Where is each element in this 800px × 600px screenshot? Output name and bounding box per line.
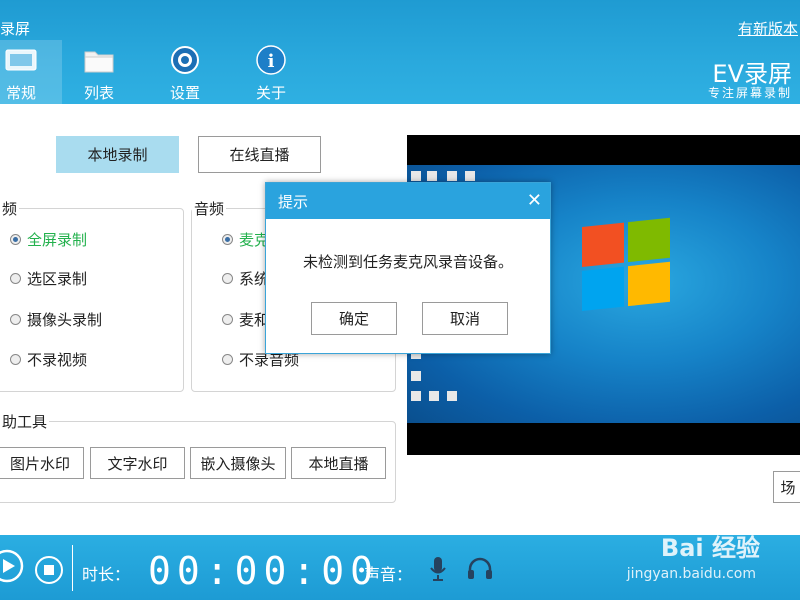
radio-system[interactable]: 系统 [222,268,269,289]
cancel-button[interactable]: 取消 [422,302,508,335]
embed-camera-button[interactable]: 嵌入摄像头 [190,447,286,479]
local-live-button[interactable]: 本地直播 [291,447,386,479]
scene-button[interactable]: 场 [773,471,800,503]
dialog-header: 提示 ✕ [266,183,550,219]
radio-dot [10,273,21,284]
radio-dot [222,314,233,325]
radio-camera[interactable]: 摄像头录制 [10,309,102,330]
alert-dialog: 提示 ✕ 未检测到任务麦克风录音设备。 确定 取消 [265,182,551,354]
gear-icon [171,46,199,74]
divider [72,545,73,591]
radio-mic[interactable]: 麦克 [222,229,269,250]
duration-label: 时长： [82,565,131,584]
radio-fullscreen[interactable]: 全屏录制 [10,229,87,250]
radio-label: 摄像头录制 [27,311,103,329]
window-title: 录屏 [0,20,31,38]
radio-dot [10,354,21,365]
audio-group-title: 音频 [192,198,227,219]
brand-tagline: 专注屏幕录制 [707,86,792,100]
tab-settings-label: 设置 [169,84,200,102]
headphones-icon[interactable] [467,557,493,581]
radio-region[interactable]: 选区录制 [10,268,87,289]
tab-about[interactable]: i 关于 [230,40,312,104]
radio-dot [222,234,233,245]
dialog-title: 提示 [278,192,309,211]
live-stream-button[interactable]: 在线直播 [198,136,321,173]
radio-dot [222,273,233,284]
radio-label: 不录视频 [27,351,88,369]
ok-button[interactable]: 确定 [311,302,397,335]
local-record-button[interactable]: 本地录制 [56,136,179,173]
radio-mic-and-system[interactable]: 麦和 [222,309,269,330]
duration-timer: 00:00:00 [148,549,380,593]
info-icon: i [256,45,286,75]
close-icon[interactable]: ✕ [527,190,542,211]
radio-label: 全屏录制 [27,231,88,249]
radio-no-video[interactable]: 不录视频 [10,349,87,370]
video-group-title: 频 [0,198,20,219]
radio-dot [222,354,233,365]
stop-icon[interactable] [34,555,64,585]
radio-dot [10,314,21,325]
text-watermark-button[interactable]: 文字水印 [90,447,185,479]
tab-general-label: 常规 [5,84,36,102]
tab-about-label: 关于 [255,84,286,102]
tab-list[interactable]: 列表 [58,40,140,104]
dialog-message: 未检测到任务麦克风录音设备。 [302,253,513,271]
baidu-watermark-url: jingyan.baidu.com [626,566,756,582]
general-icon [5,49,37,71]
baidu-watermark: Bai 经验 [660,534,760,562]
play-icon[interactable] [0,549,24,583]
tab-list-label: 列表 [83,84,114,102]
tab-general[interactable]: 常规 [0,40,62,104]
update-link[interactable]: 有新版本 [738,18,798,39]
tools-group-title: 助工具 [0,411,50,432]
svg-text:i: i [268,51,275,72]
header-bar: 录屏 有新版本 常规 列表 设置 i 关于 EV录屏 专注屏幕录制 [0,0,800,104]
radio-dot [10,234,21,245]
radio-label: 选区录制 [27,270,88,288]
tab-settings[interactable]: 设置 [144,40,226,104]
image-watermark-button[interactable]: 图片水印 [0,447,84,479]
microphone-icon[interactable] [428,555,448,583]
folder-icon [84,51,114,73]
